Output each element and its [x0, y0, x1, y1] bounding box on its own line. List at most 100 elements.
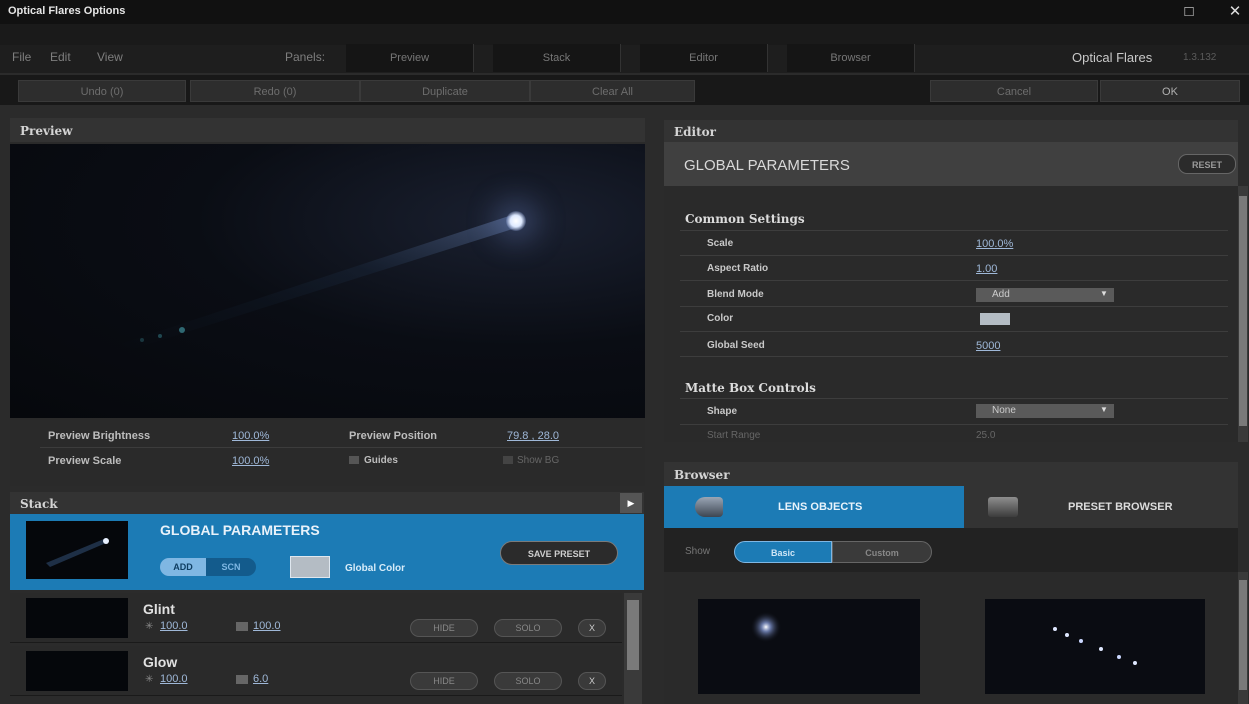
global-seed-label: Global Seed [707, 340, 765, 351]
start-range-value[interactable]: 25.0 [976, 430, 995, 441]
sun-icon: ✳ [145, 621, 154, 632]
shape-label: Shape [707, 406, 738, 417]
maximize-icon[interactable]: □ [1174, 2, 1204, 22]
divider [680, 424, 1228, 425]
preview-brightness-value[interactable]: 100.0% [232, 430, 269, 442]
divider [680, 306, 1228, 307]
stack-scroll-thumb[interactable] [627, 600, 639, 670]
stack-header: Stack [20, 497, 58, 511]
brand-name: Optical Flares [1072, 50, 1153, 65]
menu-edit[interactable]: Edit [50, 50, 71, 64]
hide-button[interactable]: HIDE [410, 672, 478, 690]
show-bg-label: Show BG [517, 455, 560, 466]
aspect-ratio-label: Aspect Ratio [707, 263, 769, 274]
divider [680, 255, 1228, 256]
browser-header: Browser [664, 462, 1238, 486]
editor-scroll-thumb[interactable] [1239, 196, 1247, 426]
glow-thumbnail [750, 611, 782, 643]
divider [680, 280, 1228, 281]
solo-button[interactable]: SOLO [494, 672, 562, 690]
divider [680, 331, 1228, 332]
lens-objects-label: LENS OBJECTS [778, 501, 863, 513]
preview-viewport[interactable] [10, 144, 645, 418]
scale-value[interactable]: 100.0% [976, 238, 1013, 250]
show-label: Show [685, 546, 711, 557]
panels-label: Panels: [285, 50, 326, 64]
ok-button[interactable]: OK [1100, 80, 1240, 102]
layer-thumbnail [26, 598, 128, 638]
remove-button[interactable]: X [578, 619, 606, 637]
checkbox-icon[interactable] [349, 456, 359, 464]
layer-thumbnail [26, 651, 128, 691]
menu-file[interactable]: File [12, 50, 31, 64]
lens-object-icon [695, 497, 723, 517]
preview-position-value[interactable]: 79.8 , 28.0 [507, 430, 559, 442]
color-label: Color [707, 313, 734, 324]
redo-button[interactable]: Redo (0) [190, 80, 360, 102]
menu-bar [0, 45, 1249, 73]
clear-all-button[interactable]: Clear All [530, 80, 695, 102]
blend-mode-value: Add [992, 289, 1010, 300]
preview-brightness-label: Preview Brightness [48, 430, 151, 442]
editor-section-title: GLOBAL PARAMETERS [684, 157, 850, 174]
color-swatch[interactable] [980, 313, 1010, 325]
global-color-label: Global Color [345, 563, 405, 574]
layer-brightness[interactable]: 100.0 [160, 620, 188, 632]
divider [40, 447, 642, 448]
global-seed-value[interactable]: 5000 [976, 340, 1000, 352]
global-color-swatch[interactable] [290, 556, 330, 578]
lens-thumbnail[interactable] [698, 599, 920, 694]
layer-brightness[interactable]: 100.0 [160, 673, 188, 685]
menu-view[interactable]: View [97, 50, 123, 64]
brand-version: 1.3.132 [1183, 52, 1217, 63]
stack-header-bar [10, 492, 644, 514]
preset-browser-label[interactable]: PRESET BROWSER [1068, 501, 1173, 513]
scale-icon [236, 622, 248, 631]
checkbox-icon[interactable] [503, 456, 513, 464]
preview-header: Preview [10, 118, 645, 142]
lens-thumbnail[interactable] [985, 599, 1205, 694]
remove-button[interactable]: X [578, 672, 606, 690]
scn-button[interactable]: SCN [206, 558, 256, 576]
shape-value: None [992, 405, 1016, 416]
divider [680, 356, 1228, 357]
layer-scale[interactable]: 100.0 [253, 620, 281, 632]
reset-button[interactable]: RESET [1178, 154, 1236, 174]
tab-editor[interactable]: Editor [640, 44, 768, 72]
preset-browser-icon [988, 497, 1018, 517]
tab-browser[interactable]: Browser [787, 44, 915, 72]
flare-core [506, 211, 526, 231]
chevron-right-icon[interactable]: ▶ [620, 493, 642, 513]
add-button[interactable]: ADD [160, 558, 206, 576]
scale-label: Scale [707, 238, 734, 249]
layer-name: Glint [143, 601, 175, 617]
title-bar [0, 0, 1249, 24]
save-preset-button[interactable]: SAVE PRESET [500, 541, 618, 565]
dropdown-arrow-icon: ▼ [1100, 405, 1108, 414]
layer-scale[interactable]: 6.0 [253, 673, 268, 685]
dropdown-arrow-icon: ▼ [1100, 289, 1108, 298]
window-title: Optical Flares Options [8, 5, 126, 17]
browser-scroll-thumb[interactable] [1239, 580, 1247, 690]
start-range-label: Start Range [707, 430, 761, 441]
duplicate-button[interactable]: Duplicate [360, 80, 530, 102]
sun-icon: ✳ [145, 674, 154, 685]
hide-button[interactable]: HIDE [410, 619, 478, 637]
global-thumbnail [26, 521, 128, 579]
scale-icon [236, 675, 248, 684]
cancel-button[interactable]: Cancel [930, 80, 1098, 102]
tab-preview[interactable]: Preview [346, 44, 474, 72]
aspect-ratio-value[interactable]: 1.00 [976, 263, 997, 275]
custom-toggle[interactable]: Custom [832, 541, 932, 563]
editor-header: Editor [664, 120, 1238, 142]
undo-button[interactable]: Undo (0) [18, 80, 186, 102]
preview-scale-value[interactable]: 100.0% [232, 455, 269, 467]
tab-stack[interactable]: Stack [493, 44, 621, 72]
preview-scale-label: Preview Scale [48, 455, 122, 467]
thumbnail-flare [46, 538, 109, 567]
basic-toggle[interactable]: Basic [734, 541, 832, 563]
common-settings-title: Common Settings [685, 212, 805, 226]
solo-button[interactable]: SOLO [494, 619, 562, 637]
divider [680, 230, 1228, 231]
close-icon[interactable]: ✕ [1220, 2, 1249, 22]
